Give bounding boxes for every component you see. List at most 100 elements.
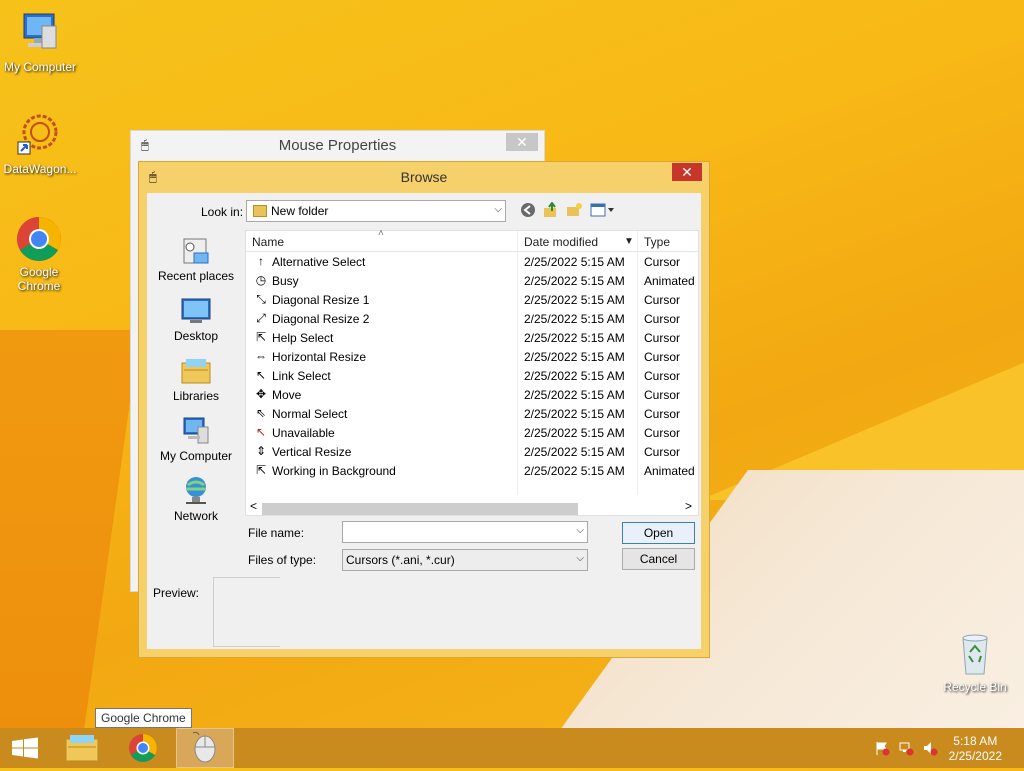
desktop-icon-google-chrome[interactable]: Google Chrome — [0, 215, 78, 293]
desktop-icon-label: Google Chrome — [17, 265, 61, 293]
file-name-label: File name: — [248, 526, 305, 540]
open-button[interactable]: Open — [622, 522, 695, 544]
desktop-icon-label: DataWagon... — [3, 162, 77, 176]
start-button[interactable] — [0, 728, 50, 768]
recent-places-icon — [180, 235, 212, 267]
file-name: Horizontal Resize — [272, 350, 367, 364]
place-desktop[interactable]: Desktop — [151, 295, 241, 343]
cursor-file-icon: ✥ — [255, 387, 267, 401]
cursor-file-icon: ⇱ — [255, 330, 267, 344]
file-row[interactable]: ⇖ Normal Select 2/25/2022 5:15 AM Cursor — [246, 404, 698, 423]
file-row[interactable]: ⇱ Help Select 2/25/2022 5:15 AM Cursor — [246, 328, 698, 347]
file-name: Move — [272, 388, 302, 402]
network-icon[interactable] — [898, 740, 914, 756]
place-label: Recent places — [157, 269, 235, 283]
look-in-label: Look in: — [201, 205, 244, 219]
file-date: 2/25/2022 5:15 AM — [524, 369, 625, 383]
volume-muted-icon[interactable] — [922, 740, 938, 756]
column-header-type[interactable]: Type — [644, 235, 670, 249]
column-header-date[interactable]: Date modified — [524, 235, 598, 249]
column-header-name[interactable]: Name — [252, 235, 284, 249]
file-date: 2/25/2022 5:15 AM — [524, 407, 625, 421]
chrome-icon — [129, 734, 157, 762]
desktop-icon — [180, 295, 212, 327]
place-my-computer[interactable]: My Computer — [151, 415, 241, 463]
windows-logo-icon — [12, 737, 38, 759]
cancel-button[interactable]: Cancel — [622, 548, 695, 570]
file-name-input[interactable]: ⌵ — [342, 521, 588, 543]
file-type: Animated — [644, 464, 695, 478]
chevron-down-icon: ⌵ — [576, 553, 584, 564]
file-row[interactable]: ⇕ Vertical Resize 2/25/2022 5:15 AM Cursor — [246, 442, 698, 461]
files-of-type-select[interactable]: Cursors (*.ani, *.cur) ⌵ — [342, 549, 588, 571]
folder-icon — [253, 205, 267, 217]
files-of-type-value: Cursors (*.ani, *.cur) — [346, 553, 455, 567]
wallpaper-shape — [0, 330, 140, 730]
horizontal-scrollbar[interactable]: < > — [246, 499, 698, 515]
file-date: 2/25/2022 5:15 AM — [524, 293, 625, 307]
cursor-file-icon: ↑ — [258, 254, 264, 268]
file-row[interactable]: ↖ Unavailable 2/25/2022 5:15 AM Cursor — [246, 423, 698, 442]
file-row[interactable]: ⇱ Working in Background 2/25/2022 5:15 AM A… — [246, 461, 698, 480]
clock-time: 5:18 AM — [953, 734, 998, 748]
mouse-properties-titlebar[interactable]: 🖱 Mouse Properties ✕ — [131, 131, 544, 159]
file-row[interactable]: ⤢ Diagonal Resize 2 2/25/2022 5:15 AM Curso… — [246, 309, 698, 328]
libraries-icon — [180, 355, 212, 387]
action-center-flag-icon[interactable] — [874, 740, 890, 756]
file-date: 2/25/2022 5:15 AM — [524, 331, 625, 345]
place-network[interactable]: Network — [151, 475, 241, 523]
place-label: My Computer — [159, 449, 233, 463]
system-clock[interactable]: 5:18 AM 2/25/2022 — [949, 734, 1002, 764]
taskbar-mouse-properties[interactable] — [176, 728, 234, 768]
mouse-icon — [192, 731, 216, 763]
scrollbar-thumb[interactable] — [262, 503, 578, 515]
file-date: 2/25/2022 5:15 AM — [524, 350, 625, 364]
file-row[interactable]: ◷ Busy 2/25/2022 5:15 AM Animated — [246, 271, 698, 290]
computer-icon — [16, 10, 64, 58]
cursor-file-icon: ⇱ — [255, 463, 267, 477]
taskbar-file-explorer[interactable] — [57, 728, 107, 768]
desktop-icon-datawagon[interactable]: DataWagon... — [0, 112, 80, 176]
file-name: Diagonal Resize 2 — [272, 312, 370, 326]
place-label: Libraries — [172, 389, 220, 403]
look-in-value: New folder — [271, 204, 329, 218]
up-folder-icon[interactable] — [542, 201, 560, 220]
file-date: 2/25/2022 5:15 AM — [524, 426, 625, 440]
close-button[interactable]: ✕ — [506, 133, 538, 151]
file-name: Vertical Resize — [272, 445, 352, 459]
file-row[interactable]: ↖ Link Select 2/25/2022 5:15 AM Cursor — [246, 366, 698, 385]
place-recent-places[interactable]: Recent places — [151, 235, 241, 283]
file-row[interactable]: ⇔ Horizontal Resize 2/25/2022 5:15 AM Curso… — [246, 347, 698, 366]
close-button[interactable]: ✕ — [672, 163, 702, 181]
chevron-down-icon[interactable]: ▼ — [624, 236, 634, 247]
new-folder-icon[interactable] — [565, 202, 583, 220]
desktop-icon-recycle-bin[interactable]: Recycle Bin — [935, 630, 1015, 694]
file-row[interactable]: ↑ Alternative Select 2/25/2022 5:15 AM Curs… — [246, 252, 698, 271]
file-date: 2/25/2022 5:15 AM — [524, 312, 625, 326]
file-date: 2/25/2022 5:15 AM — [524, 255, 625, 269]
view-menu-icon[interactable] — [590, 202, 616, 220]
file-type: Cursor — [644, 293, 681, 307]
file-row[interactable]: ⤡ Diagonal Resize 1 2/25/2022 5:15 AM Curso… — [246, 290, 698, 309]
place-label: Desktop — [173, 329, 219, 343]
scroll-left-icon[interactable]: < — [250, 499, 257, 513]
file-list[interactable]: Name ˄ Date modified ▼ Type ↑ Alternative… — [245, 228, 699, 516]
place-libraries[interactable]: Libraries — [151, 355, 241, 403]
file-date: 2/25/2022 5:15 AM — [524, 464, 625, 478]
browse-titlebar[interactable]: 🖱 Browse ✕ — [139, 162, 709, 192]
file-name: Normal Select — [272, 407, 348, 421]
scroll-right-icon[interactable]: > — [685, 499, 692, 513]
taskbar-google-chrome[interactable] — [118, 728, 168, 768]
back-icon[interactable] — [519, 202, 537, 220]
desktop-icon-my-computer[interactable]: My Computer — [0, 10, 80, 74]
taskbar: 5:18 AM 2/25/2022 — [0, 728, 1024, 768]
look-in-dropdown[interactable]: New folder ⌵ — [246, 200, 506, 222]
sort-arrow-icon: ˄ — [378, 228, 384, 239]
cursor-file-icon: ⇖ — [255, 406, 267, 420]
file-row[interactable]: ✥ Move 2/25/2022 5:15 AM Cursor — [246, 385, 698, 404]
cursor-file-icon: ↖ — [255, 425, 267, 439]
chevron-down-icon[interactable]: ⌵ — [576, 525, 584, 536]
chrome-icon — [15, 215, 63, 263]
cursor-file-icon: ⇔ — [255, 349, 267, 363]
file-name: Unavailable — [272, 426, 335, 440]
